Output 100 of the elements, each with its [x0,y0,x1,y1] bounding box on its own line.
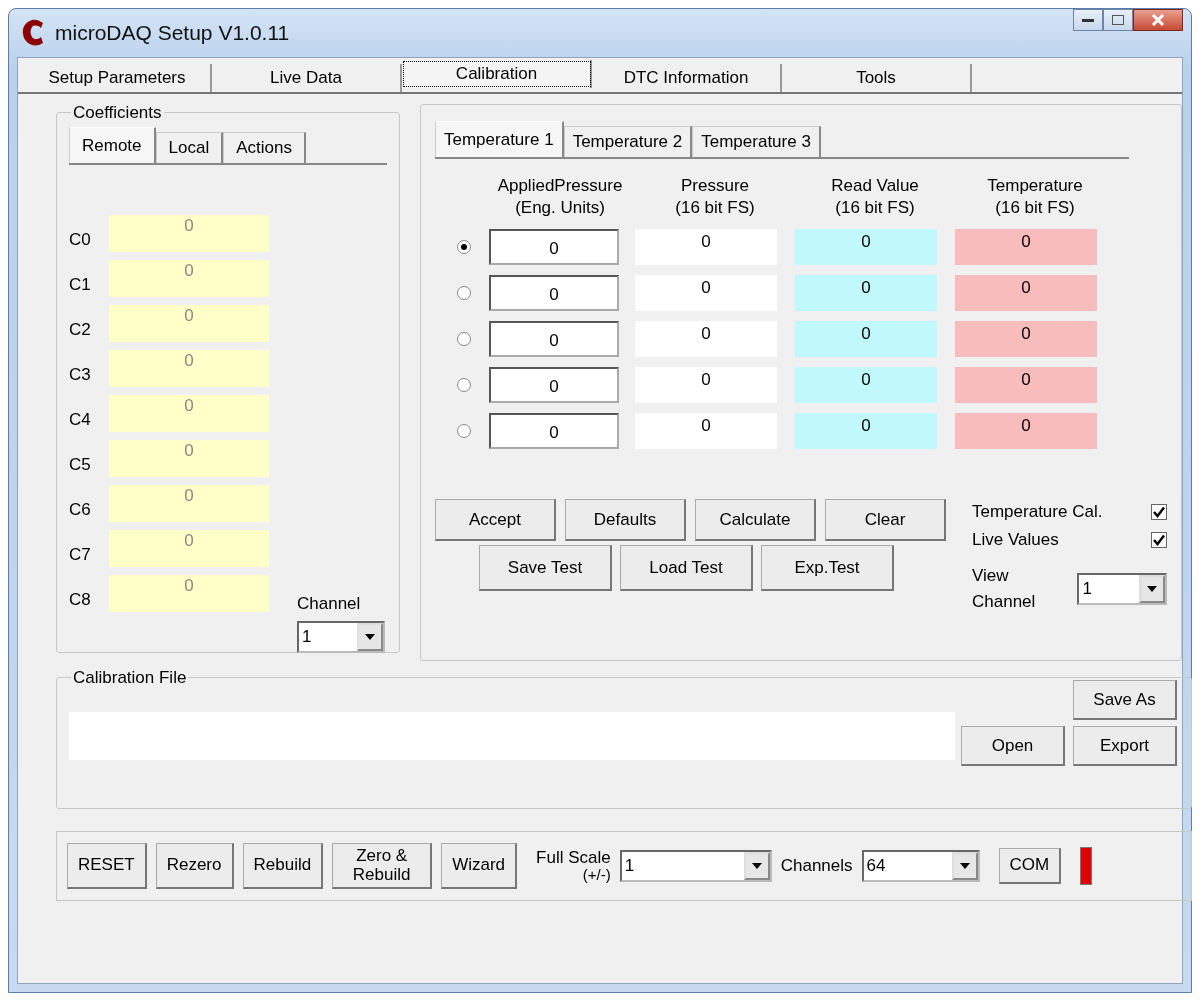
coefficient-label: C6 [69,498,92,521]
maximize-button[interactable] [1103,9,1133,31]
toolbar-button[interactable]: Zero & Rebuild [332,843,433,889]
close-icon [1151,14,1165,26]
checkbox[interactable] [1151,532,1167,548]
temperature-value: 0 [955,321,1097,357]
applied-pressure-field[interactable]: 0 [489,229,619,265]
radio-button[interactable] [457,378,471,392]
test-button[interactable]: Save Test [479,545,612,591]
channel-dropdown[interactable]: 1 [297,620,385,653]
action-button[interactable]: Clear [825,499,946,541]
read-value: 0 [795,367,937,403]
read-value: 0 [795,413,937,449]
view-channel-label: View Channel [972,565,1037,613]
coefficient-field[interactable]: 0 [109,350,269,387]
tab[interactable]: Temperature 1 [435,121,564,157]
action-button[interactable]: Accept [435,499,556,541]
tab[interactable]: Local [155,132,224,163]
save-as-button[interactable]: Save As [1073,680,1177,720]
option-label: Live Values [972,529,1059,552]
coefficient-field[interactable]: 0 [109,305,269,342]
tab[interactable]: Tools [782,64,972,92]
coefficient-field[interactable]: 0 [109,575,269,612]
coefficient-label: C2 [69,318,92,341]
check-icon [1152,505,1166,519]
coefficient-label: C1 [69,273,92,296]
coefficient-label: C5 [69,453,92,476]
checkbox[interactable] [1151,504,1167,520]
caret-icon [1147,585,1157,592]
pressure-value: 0 [635,321,777,357]
export-button[interactable]: Export [1073,726,1177,766]
radio-button[interactable] [457,332,471,346]
coefficient-field[interactable]: 0 [109,530,269,567]
minimize-button[interactable] [1073,9,1103,31]
radio-button[interactable] [457,286,471,300]
tab[interactable]: Temperature 3 [692,126,821,157]
column-header: Temperature (16 bit FS) [986,175,1084,219]
full-scale-label: Full Scale (+/-) [536,849,611,883]
temperature-value: 0 [955,413,1097,449]
pressure-value: 0 [635,367,777,403]
coefficient-label: C3 [69,363,92,386]
toolbar-button[interactable]: Wizard [441,843,518,889]
app-logo-icon [21,19,45,47]
group-title: Coefficients [72,104,163,121]
coefficient-label: C8 [69,588,92,611]
option-label: Temperature Cal. [972,501,1103,524]
applied-pressure-field[interactable]: 0 [489,413,619,449]
test-button[interactable]: Load Test [620,545,753,591]
coefficient-label: C4 [69,408,92,431]
tab[interactable]: Calibration [402,60,592,88]
applied-pressure-field[interactable]: 0 [489,275,619,311]
coefficient-field[interactable]: 0 [109,395,269,432]
test-button[interactable]: Exp.Test [761,545,894,591]
read-value: 0 [795,321,937,357]
radio-button[interactable] [457,240,471,254]
channels-dropdown[interactable]: 64 [861,850,980,882]
toolbar-button[interactable]: RESET [67,843,147,889]
channel-label: Channel [297,593,361,615]
coefficient-label: C0 [69,228,92,251]
applied-pressure-field[interactable]: 0 [489,321,619,357]
tab[interactable]: Temperature 2 [563,126,693,157]
full-scale-dropdown[interactable]: 1 [619,850,772,882]
maximize-icon [1112,15,1124,25]
column-header: Read Value (16 bit FS) [830,175,920,219]
minimize-icon [1082,18,1094,22]
view-channel-dropdown[interactable]: 1 [1077,572,1167,605]
radio-button[interactable] [457,424,471,438]
coefficient-label: C7 [69,543,92,566]
tab[interactable]: Actions [223,132,306,163]
caret-icon [751,863,762,869]
temperature-value: 0 [955,229,1097,265]
tab[interactable]: Remote [69,127,156,163]
caret-icon [959,863,970,869]
coefficient-field[interactable]: 0 [109,440,269,477]
toolbar-button[interactable]: Rebuild [242,843,324,889]
pressure-value: 0 [635,229,777,265]
read-value: 0 [795,229,937,265]
coefficient-field[interactable]: 0 [109,485,269,522]
tab[interactable]: DTC Information [592,64,782,92]
action-button[interactable]: Calculate [695,499,816,541]
open-button[interactable]: Open [961,726,1065,766]
coefficient-field[interactable]: 0 [109,215,269,252]
channels-label: Channels [780,855,853,878]
column-header: Pressure (16 bit FS) [674,175,756,219]
coefficient-field[interactable]: 0 [109,260,269,297]
applied-pressure-field[interactable]: 0 [489,367,619,403]
temperature-value: 0 [955,275,1097,311]
read-value: 0 [795,275,937,311]
close-button[interactable] [1133,9,1183,31]
toolbar-button[interactable]: Rezero [155,843,234,889]
action-button[interactable]: Defaults [565,499,686,541]
caret-icon [365,633,375,640]
group-title: Calibration File [72,669,188,686]
pressure-value: 0 [635,275,777,311]
temperature-value: 0 [955,367,1097,403]
pressure-value: 0 [635,413,777,449]
column-header: AppliedPressure (Eng. Units) [496,175,624,219]
com-button[interactable]: COM [998,848,1062,884]
check-icon [1152,533,1166,547]
tab[interactable]: Setup Parameters [24,64,212,92]
